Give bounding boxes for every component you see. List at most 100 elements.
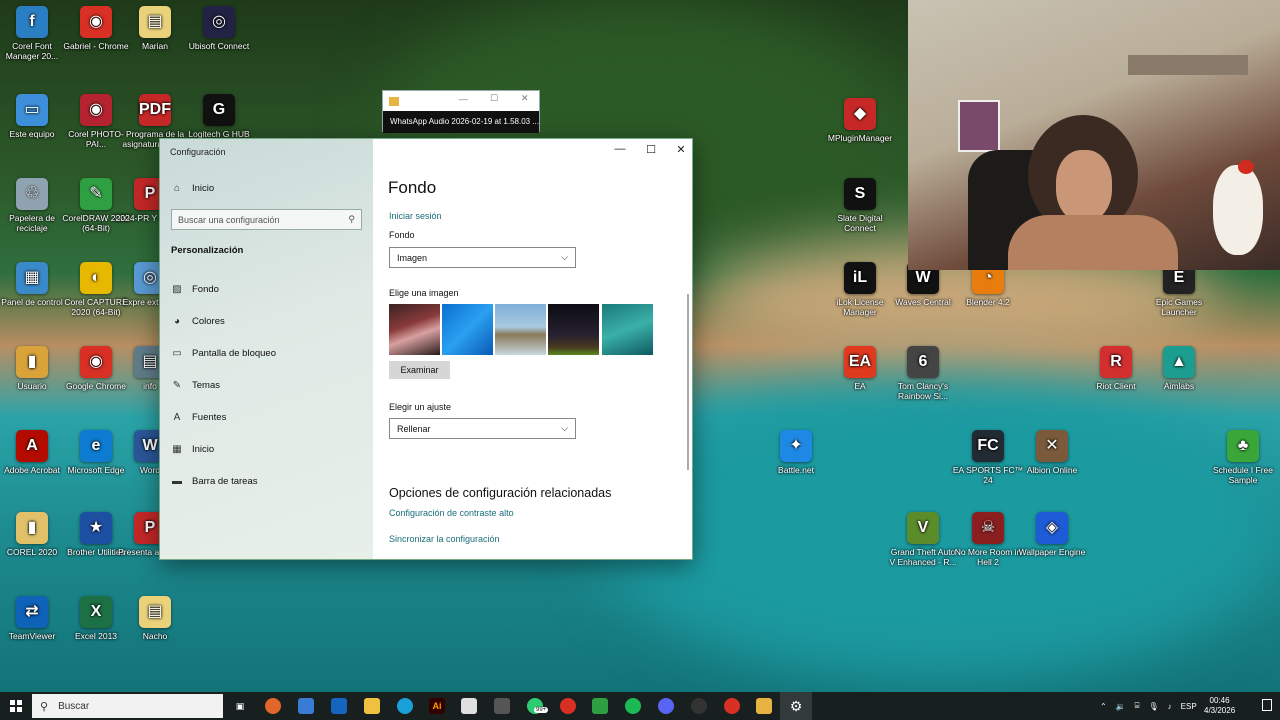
desktop-shortcut[interactable]: ♲ Papelera de reciclaje bbox=[0, 178, 68, 233]
image-thumbnail-5[interactable] bbox=[602, 304, 653, 355]
store-icon[interactable] bbox=[461, 698, 477, 714]
sidebar-item-inicio[interactable]: ▦ Inicio bbox=[171, 444, 214, 455]
desktop-shortcut[interactable]: A Adobe Acrobat bbox=[0, 430, 68, 475]
scrollbar[interactable] bbox=[687, 294, 689, 470]
shortcut-label: Ubisoft Connect bbox=[188, 41, 250, 51]
desktop-shortcut[interactable]: ⇄ TeamViewer bbox=[0, 596, 68, 641]
settings-search-input[interactable]: Buscar una configuración ⚲ bbox=[171, 209, 362, 230]
media-maximize-button[interactable]: ☐ bbox=[490, 93, 498, 104]
desktop-shortcut[interactable]: ▭ Este equipo bbox=[0, 94, 68, 139]
background-dropdown[interactable]: Imagen ⌵ bbox=[389, 247, 576, 268]
chrome-icon[interactable] bbox=[560, 698, 576, 714]
taskbar-search-label: Buscar bbox=[58, 700, 90, 712]
shortcut-label: EA bbox=[854, 381, 866, 391]
webcam-shelf bbox=[1128, 55, 1248, 75]
task-view-icon[interactable]: ▣ bbox=[232, 698, 248, 714]
desktop-shortcut[interactable]: ▤ Marian bbox=[119, 6, 191, 51]
start-button[interactable] bbox=[10, 700, 22, 712]
taskbar-search-box[interactable]: ⚲ Buscar bbox=[32, 694, 223, 718]
media-minimize-button[interactable]: — bbox=[459, 94, 468, 104]
settings-window[interactable]: Configuración ⌂ Inicio Buscar una config… bbox=[159, 138, 693, 560]
sidebar-item-pantalla-de-bloqueo[interactable]: ▭ Pantalla de bloqueo bbox=[171, 348, 276, 359]
sidebar-item-fuentes[interactable]: A Fuentes bbox=[171, 412, 227, 423]
desktop-shortcut[interactable]: S Slate Digital Connect bbox=[824, 178, 896, 233]
firefox-icon[interactable] bbox=[265, 698, 281, 714]
edge-icon[interactable] bbox=[397, 698, 413, 714]
microphone-icon[interactable]: 🎙 bbox=[1148, 702, 1158, 711]
shortcut-icon: ◉ bbox=[80, 346, 112, 378]
obs-icon[interactable] bbox=[691, 698, 707, 714]
calculator-icon[interactable] bbox=[494, 698, 510, 714]
media-player-icon[interactable] bbox=[756, 698, 772, 714]
desktop-shortcut[interactable]: ▦ Panel de control bbox=[0, 262, 68, 307]
nav-home-label: Inicio bbox=[192, 183, 215, 194]
sidebar-item-barra-de-tareas[interactable]: ▬ Barra de tareas bbox=[171, 476, 257, 487]
desktop-shortcut[interactable]: E Epic Games Launcher bbox=[1143, 262, 1215, 317]
image-thumbnail-2[interactable] bbox=[442, 304, 493, 355]
shortcut-icon: S bbox=[844, 178, 876, 210]
nav-home[interactable]: ⌂ Inicio bbox=[171, 183, 214, 194]
shortcut-icon: ◉ bbox=[80, 94, 112, 126]
sidebar-item-colores[interactable]: ◕ Colores bbox=[171, 316, 225, 327]
file-explorer-icon[interactable] bbox=[364, 698, 380, 714]
close-button[interactable]: ✕ bbox=[666, 143, 696, 159]
desktop-shortcut[interactable]: ▤ Nacho bbox=[119, 596, 191, 641]
desktop-shortcut[interactable]: ▲ Aimlabs bbox=[1143, 346, 1215, 391]
webcam-poster bbox=[958, 100, 1000, 152]
image-thumbnail-1[interactable] bbox=[389, 304, 440, 355]
shortcut-label: Grand Theft Auto V Enhanced - R... bbox=[889, 547, 957, 567]
desktop-shortcut[interactable]: V Grand Theft Auto V Enhanced - R... bbox=[887, 512, 959, 567]
signin-link[interactable]: Iniciar sesión bbox=[389, 211, 442, 221]
sidebar-item-fondo[interactable]: ▨ Fondo bbox=[171, 284, 219, 295]
sync-settings-link[interactable]: Sincronizar la configuración bbox=[389, 534, 500, 544]
minimize-button[interactable]: — bbox=[605, 143, 635, 159]
clock[interactable]: 00:46 4/3/2026 bbox=[1204, 692, 1235, 720]
desktop-shortcut[interactable]: ♣ Schedule I Free Sample bbox=[1207, 430, 1279, 485]
fit-dropdown[interactable]: Rellenar ⌵ bbox=[389, 418, 576, 439]
desktop-shortcut[interactable]: ✦ Battle.net bbox=[760, 430, 832, 475]
picture-icon: ▨ bbox=[172, 284, 182, 295]
notification-icon[interactable] bbox=[1262, 699, 1272, 711]
desktop-shortcut[interactable]: ☠ No More Room in Hell 2 bbox=[952, 512, 1024, 567]
outlook-icon[interactable] bbox=[331, 698, 347, 714]
shortcut-icon: ♲ bbox=[16, 178, 48, 210]
coreldraw-icon[interactable] bbox=[592, 698, 608, 714]
media-player-window[interactable]: — ☐ ✕ WhatsApp Audio 2026-02-19 at 1.58.… bbox=[382, 90, 540, 133]
illustrator-icon[interactable]: Ai bbox=[429, 698, 445, 714]
shortcut-label: Tom Clancy's Rainbow Si... bbox=[897, 381, 949, 401]
language-indicator[interactable]: ESP bbox=[1181, 702, 1197, 711]
spotify-icon[interactable] bbox=[625, 698, 641, 714]
high-contrast-link[interactable]: Configuración de contraste alto bbox=[389, 508, 514, 518]
whatsapp-badge: 99+ bbox=[534, 707, 549, 713]
desktop-shortcut[interactable]: ◈ Wallpaper Engine bbox=[1016, 512, 1088, 557]
desktop-shortcut[interactable]: 6 Tom Clancy's Rainbow Si... bbox=[887, 346, 959, 401]
sidebar-item-temas[interactable]: ✎ Temas bbox=[171, 380, 220, 391]
chevron-up-icon[interactable]: ⌃ bbox=[1100, 702, 1107, 711]
desktop-shortcut[interactable]: FC EA SPORTS FC™ 24 bbox=[952, 430, 1024, 485]
desktop-shortcut[interactable]: ✕ Albion Online bbox=[1016, 430, 1088, 475]
browse-button[interactable]: Examinar bbox=[389, 361, 450, 379]
shortcut-label: Slate Digital Connect bbox=[837, 213, 883, 233]
chrome-profile-icon[interactable] bbox=[724, 698, 740, 714]
shortcut-label: No More Room in Hell 2 bbox=[954, 547, 1022, 567]
desktop-shortcut[interactable]: iL iLok License Manager bbox=[824, 262, 896, 317]
desktop-shortcut[interactable]: ◎ Ubisoft Connect bbox=[183, 6, 255, 51]
desktop-shortcut[interactable]: f Corel Font Manager 20... bbox=[0, 6, 68, 61]
network-icon[interactable]: ⌸ bbox=[1135, 701, 1140, 711]
desktop-shortcut[interactable]: EA EA bbox=[824, 346, 896, 391]
volume-icon[interactable]: 🔉 bbox=[1116, 702, 1126, 711]
image-thumbnail-4[interactable] bbox=[548, 304, 599, 355]
desktop-shortcut[interactable]: G Logitech G HUB bbox=[183, 94, 255, 139]
speaker-icon[interactable]: ♪ bbox=[1168, 702, 1172, 711]
media-close-button[interactable]: ✕ bbox=[521, 93, 529, 104]
desktop-shortcut[interactable]: ▮ COREL 2020 bbox=[0, 512, 68, 557]
desktop-shortcut[interactable]: ◆ MPluginManager bbox=[824, 98, 896, 143]
discord-icon[interactable] bbox=[658, 698, 674, 714]
shortcut-icon: f bbox=[16, 6, 48, 38]
image-thumbnail-3[interactable] bbox=[495, 304, 546, 355]
copilot-icon[interactable] bbox=[298, 698, 314, 714]
desktop-shortcut[interactable]: ▮ Usuario bbox=[0, 346, 68, 391]
desktop-shortcut[interactable]: R Riot Client bbox=[1080, 346, 1152, 391]
maximize-button[interactable]: ☐ bbox=[636, 143, 666, 159]
shortcut-icon: ◈ bbox=[1036, 512, 1068, 544]
